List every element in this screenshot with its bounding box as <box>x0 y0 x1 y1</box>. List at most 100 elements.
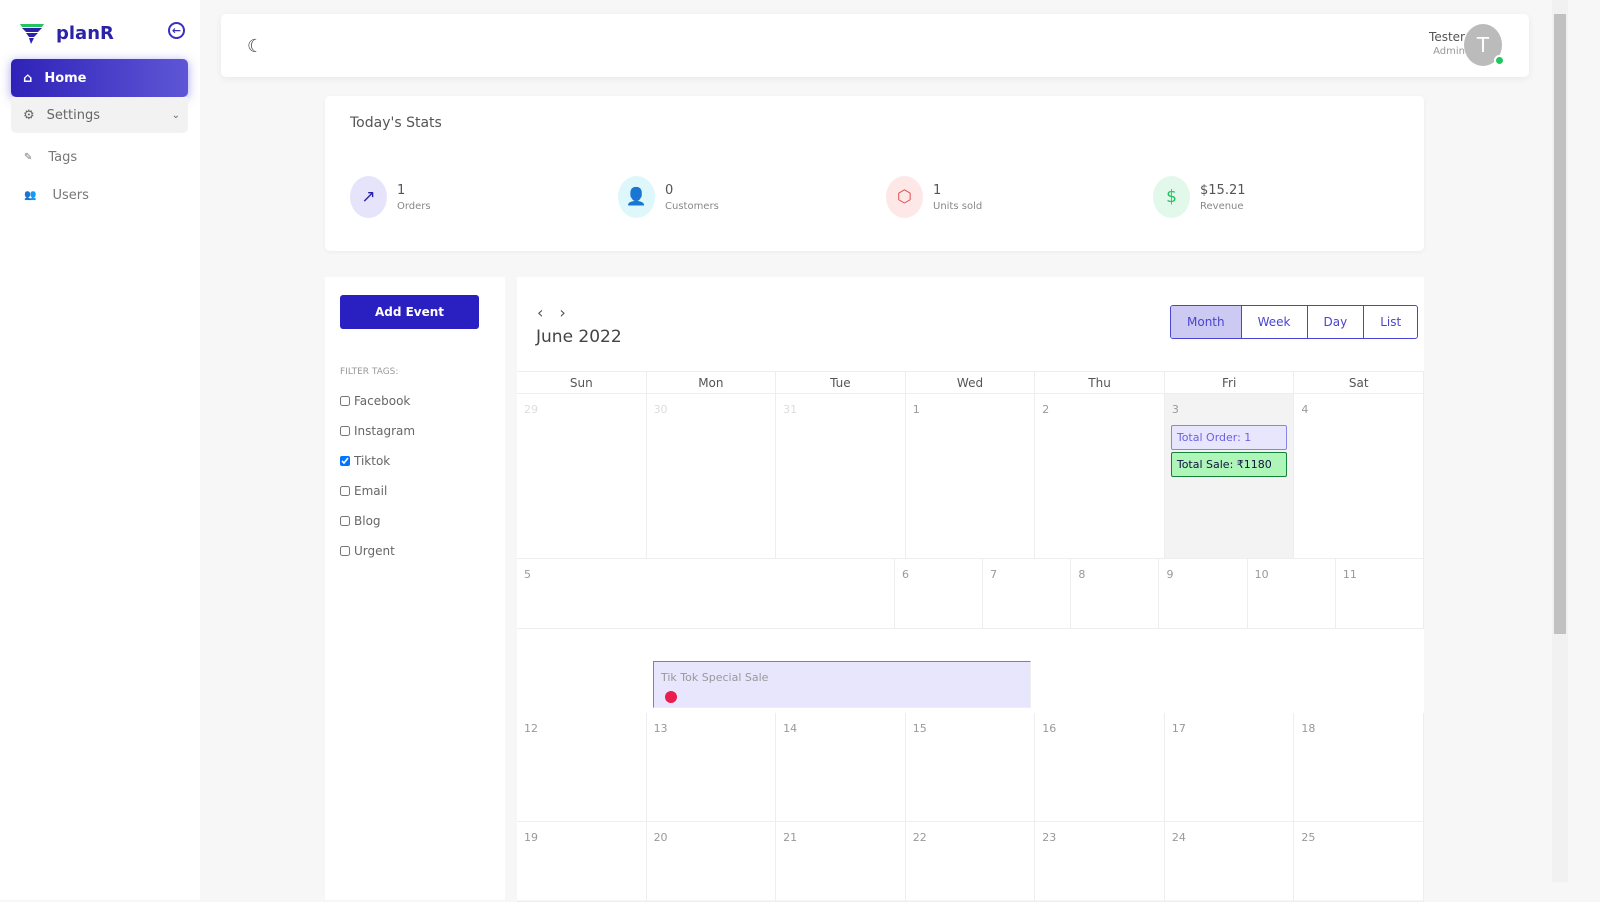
tag-checkbox[interactable] <box>340 546 350 556</box>
filter-tag-tiktok[interactable]: Tiktok <box>340 454 390 468</box>
day-cell[interactable]: 2 <box>1035 394 1165 559</box>
dollar-icon: $ <box>1153 176 1190 218</box>
calendar-week: 19 20 21 22 23 24 25 <box>517 822 1424 902</box>
day-number: 30 <box>653 403 668 416</box>
day-number: 20 <box>653 831 668 844</box>
day-cell[interactable]: 8 <box>1071 559 1160 629</box>
filter-tag-blog[interactable]: Blog <box>340 514 381 528</box>
add-event-button[interactable]: Add Event <box>340 295 479 329</box>
chevron-down-icon: ⌄ <box>171 109 180 121</box>
day-cell[interactable]: 1 <box>905 394 1036 559</box>
dark-mode-toggle-icon[interactable]: ☾ <box>247 36 263 57</box>
view-day-button[interactable]: Day <box>1306 306 1364 338</box>
day-cell[interactable]: 24 <box>1164 822 1295 902</box>
day-cell[interactable]: 11 <box>1335 559 1424 629</box>
event-total-sale[interactable]: Total Sale: ₹1180 <box>1170 452 1288 477</box>
sidebar-item-home[interactable]: ⌂ Home <box>11 59 188 97</box>
day-cell[interactable]: 22 <box>905 822 1036 902</box>
scrollbar-thumb[interactable] <box>1554 14 1566 634</box>
day-number: 21 <box>783 831 798 844</box>
day-cell[interactable]: 10 <box>1247 559 1336 629</box>
day-cell[interactable]: 29 <box>517 394 647 559</box>
stats-title: Today's Stats <box>350 115 442 131</box>
tag-checkbox[interactable] <box>340 456 350 466</box>
day-cell[interactable]: 5 <box>517 559 895 629</box>
day-cell[interactable]: 14 <box>776 713 906 822</box>
stat-label: Revenue <box>1200 200 1244 212</box>
tag-checkbox[interactable] <box>340 396 350 406</box>
sidebar-item-settings[interactable]: ⚙ Settings ⌄ <box>11 97 188 133</box>
filter-tag-instagram[interactable]: Instagram <box>340 424 415 438</box>
filter-tag-urgent[interactable]: Urgent <box>340 544 395 558</box>
day-number: 7 <box>990 568 998 581</box>
user-role: Admin <box>1433 46 1465 57</box>
day-cell[interactable]: 3 Total Order: 1 Total Sale: ₹1180 <box>1164 394 1295 559</box>
day-number: 16 <box>1042 722 1057 735</box>
filter-tag-email[interactable]: Email <box>340 484 387 498</box>
day-cell[interactable]: 9 <box>1159 559 1248 629</box>
day-number: 31 <box>783 403 798 416</box>
logo-icon <box>20 24 44 44</box>
day-cell[interactable]: 13 <box>646 713 777 822</box>
tag-checkbox[interactable] <box>340 486 350 496</box>
day-cell[interactable]: 19 <box>517 822 647 902</box>
stat-value: 1 <box>933 182 942 198</box>
weekday-header: Thu <box>1035 372 1165 394</box>
filter-tags-title: FILTER TAGS: <box>340 367 399 377</box>
day-cell[interactable]: 18 <box>1294 713 1424 822</box>
day-cell[interactable]: 25 <box>1294 822 1424 902</box>
day-cell[interactable]: 30 <box>646 394 777 559</box>
weekday-header: Tue <box>776 372 906 394</box>
stat-label: Orders <box>397 200 431 212</box>
day-cell[interactable]: 16 <box>1035 713 1165 822</box>
day-cell[interactable]: 6 <box>895 559 984 629</box>
avatar[interactable]: T <box>1464 24 1505 66</box>
day-number: 23 <box>1042 831 1057 844</box>
prev-month-icon[interactable]: ‹ <box>537 303 543 322</box>
view-list-button[interactable]: List <box>1363 306 1417 338</box>
filter-tag-facebook[interactable]: Facebook <box>340 394 410 408</box>
home-icon: ⌂ <box>23 70 33 86</box>
sidebar-item-tags[interactable]: ✎ Tags <box>24 150 77 165</box>
day-cell[interactable]: 4 <box>1294 394 1424 559</box>
day-number: 6 <box>902 568 909 581</box>
weekday-header: Sat <box>1294 372 1424 394</box>
day-cell[interactable]: 15 <box>905 713 1036 822</box>
stat-customers: 👤 0 Customers <box>618 176 719 218</box>
day-cell[interactable]: 21 <box>776 822 906 902</box>
next-month-icon[interactable]: › <box>559 303 565 322</box>
day-cell[interactable]: 12 <box>517 713 647 822</box>
scrollbar[interactable] <box>1552 0 1568 882</box>
day-number: 8 <box>1078 568 1086 581</box>
calendar: ‹ › June 2022 Month Week Day List Sun Mon T… <box>517 277 1424 902</box>
day-cell[interactable]: 20 <box>646 822 777 902</box>
day-number: 12 <box>524 722 538 735</box>
weekday-header: Wed <box>905 372 1036 394</box>
events-panel: Add Event FILTER TAGS: Facebook Instagram… <box>325 277 505 900</box>
day-cell[interactable]: 31 <box>776 394 906 559</box>
day-number: 3 <box>1171 403 1179 416</box>
stat-label: Units sold <box>933 200 983 212</box>
event-total-order[interactable]: Total Order: 1 <box>1170 425 1288 450</box>
user-info[interactable]: Tester Admin <box>1429 30 1465 57</box>
day-number: 14 <box>783 722 798 735</box>
day-cell[interactable]: 23 <box>1035 822 1165 902</box>
tag-label: Tiktok <box>354 454 391 468</box>
event-tiktok-special-sale[interactable]: Tik Tok Special Sale <box>653 660 1031 708</box>
sidebar-item-label: Home <box>44 70 87 86</box>
sidebar-item-users[interactable]: 👥 Users <box>24 188 89 203</box>
calendar-title: June 2022 <box>536 327 622 347</box>
logo[interactable]: planR <box>20 22 114 44</box>
tag-checkbox[interactable] <box>340 426 350 436</box>
view-month-button[interactable]: Month <box>1171 306 1241 338</box>
stat-value: $15.21 <box>1200 182 1246 198</box>
view-week-button[interactable]: Week <box>1240 306 1307 338</box>
stat-value: 1 <box>397 182 406 198</box>
day-cell[interactable]: 7 <box>983 559 1072 629</box>
tag-checkbox[interactable] <box>340 516 350 526</box>
day-number: 22 <box>912 831 927 844</box>
top-bar: ☾ Tester Admin T <box>221 14 1529 77</box>
collapse-sidebar-icon[interactable]: ← <box>168 22 185 39</box>
day-cell[interactable]: 17 <box>1164 713 1295 822</box>
todays-stats-card: Today's Stats ↗ 1 Orders 👤 0 Customers ⬡ 1 Uni… <box>325 96 1424 251</box>
